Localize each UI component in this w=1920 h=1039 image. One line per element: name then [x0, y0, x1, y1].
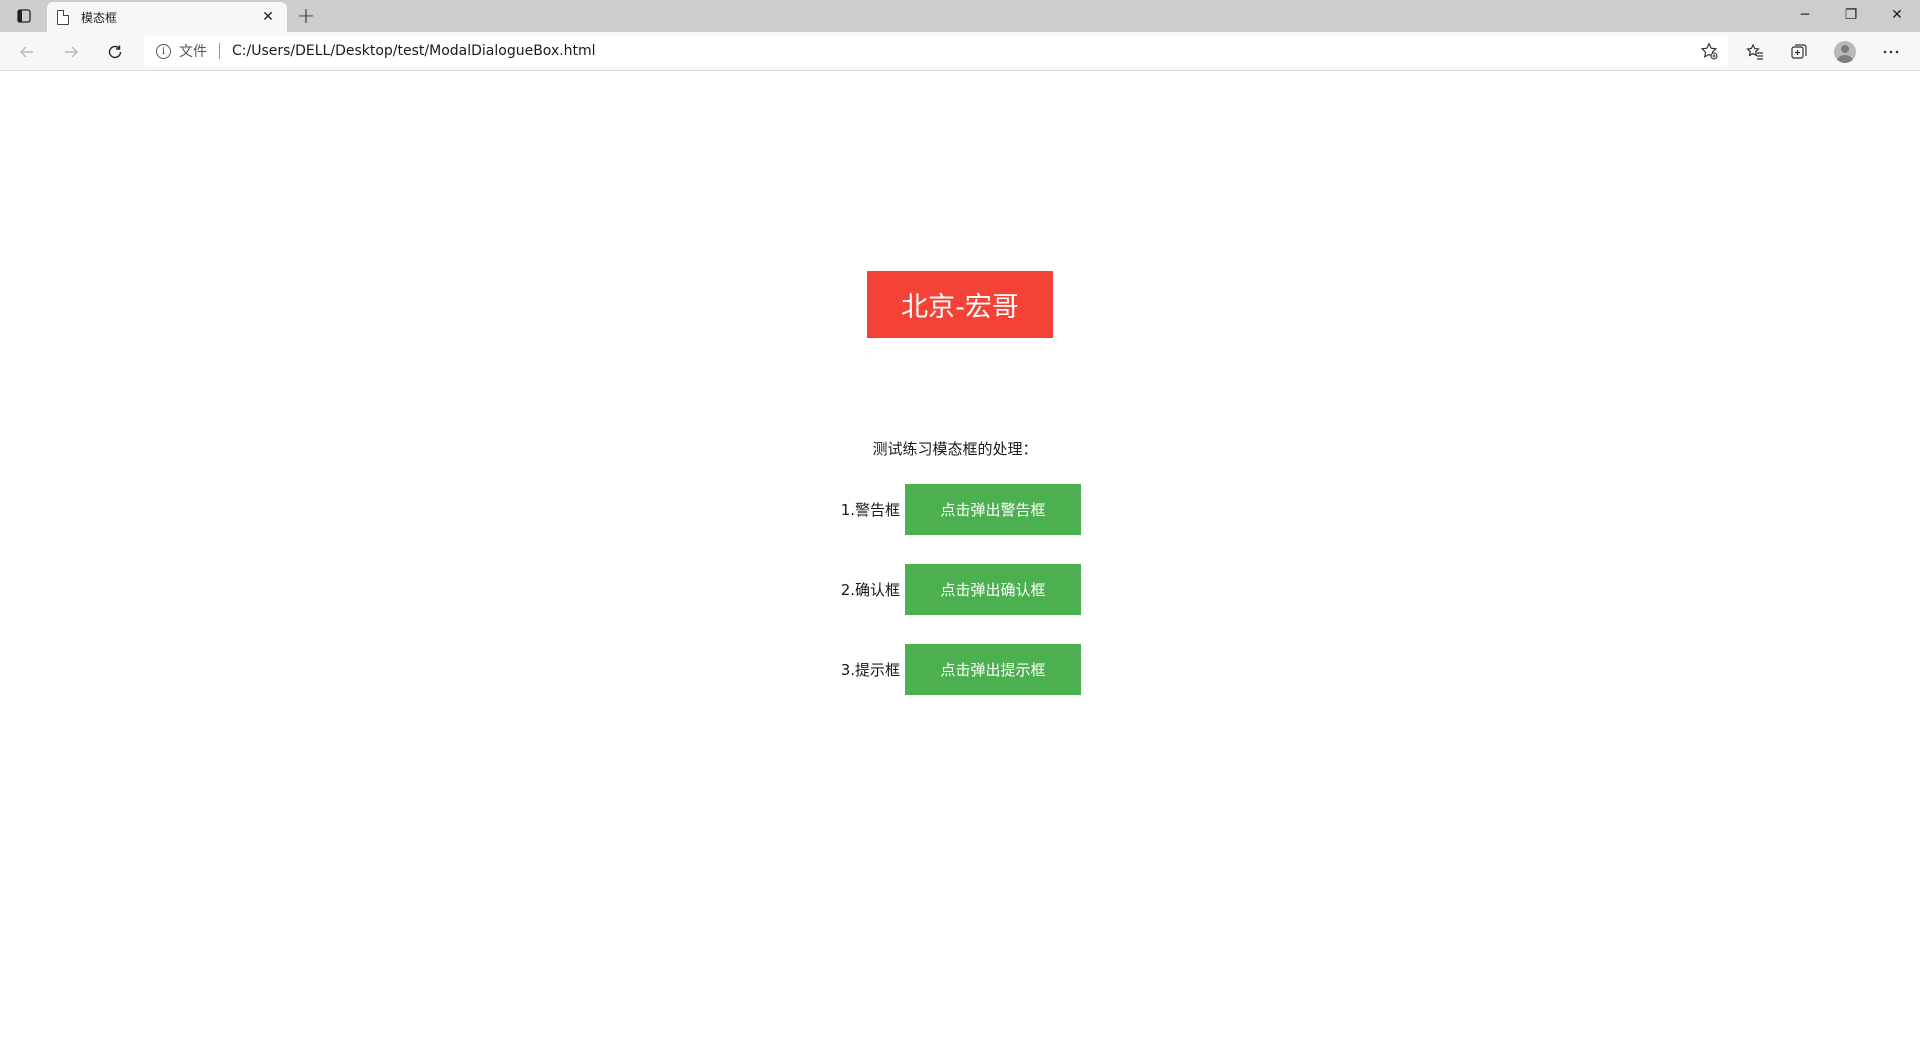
avatar: [1834, 41, 1856, 63]
tab-title: 模态框: [81, 10, 118, 25]
back-button[interactable]: [11, 36, 43, 68]
profile-button[interactable]: [1829, 36, 1861, 68]
restore-button[interactable]: ❐: [1828, 0, 1874, 30]
alert-row: 1.警告框 点击弹出警告框: [820, 484, 1081, 535]
alert-label: 1.警告框: [840, 501, 900, 519]
window-controls: ─ ❐ ✕: [1782, 0, 1920, 30]
confirm-label: 2.确认框: [840, 581, 900, 599]
address-separator: [219, 43, 220, 59]
browser-toolbar: i 文件 C:/Users/DELL/Desktop/test/ModalDia…: [0, 32, 1920, 71]
arrow-right-icon: [65, 46, 78, 58]
url-text[interactable]: C:/Users/DELL/Desktop/test/ModalDialogue…: [232, 43, 1700, 59]
tab-close-icon[interactable]: ✕: [259, 9, 277, 25]
close-window-button[interactable]: ✕: [1874, 0, 1920, 30]
collections-icon: [1791, 44, 1807, 59]
new-tab-button[interactable]: +: [293, 3, 319, 29]
tab-actions-button[interactable]: [8, 4, 40, 28]
intro-text: 测试练习模态框的处理：: [872, 440, 1038, 458]
add-favorite-icon[interactable]: [1700, 42, 1718, 60]
favorites-button[interactable]: [1739, 36, 1771, 68]
site-info-label: 文件: [179, 44, 207, 60]
more-icon: [1883, 50, 1899, 54]
document-icon: [57, 9, 69, 25]
settings-more-button[interactable]: [1875, 36, 1907, 68]
refresh-button[interactable]: [99, 36, 131, 68]
browser-tab[interactable]: 模态框 ✕: [47, 2, 287, 32]
arrow-left-icon: [20, 46, 33, 58]
confirm-row: 2.确认框 点击弹出确认框: [820, 564, 1081, 615]
confirm-button[interactable]: 点击弹出确认框: [905, 564, 1081, 615]
info-icon[interactable]: i: [156, 43, 171, 59]
alert-button[interactable]: 点击弹出警告框: [905, 484, 1081, 535]
favorites-icon: [1746, 43, 1763, 60]
prompt-label: 3.提示框: [840, 661, 900, 679]
tab-strip: 模态框 ✕ + ─ ❐ ✕: [0, 0, 1920, 32]
address-bar[interactable]: i 文件 C:/Users/DELL/Desktop/test/ModalDia…: [144, 36, 1728, 66]
prompt-row: 3.提示框 点击弹出提示框: [820, 644, 1081, 695]
forward-button[interactable]: [55, 36, 87, 68]
prompt-button[interactable]: 点击弹出提示框: [905, 644, 1081, 695]
collections-button[interactable]: [1783, 36, 1815, 68]
brand-banner: 北京-宏哥: [867, 271, 1053, 338]
minimize-button[interactable]: ─: [1782, 0, 1828, 30]
refresh-icon: [108, 45, 122, 59]
tab-actions-icon: [17, 9, 31, 23]
